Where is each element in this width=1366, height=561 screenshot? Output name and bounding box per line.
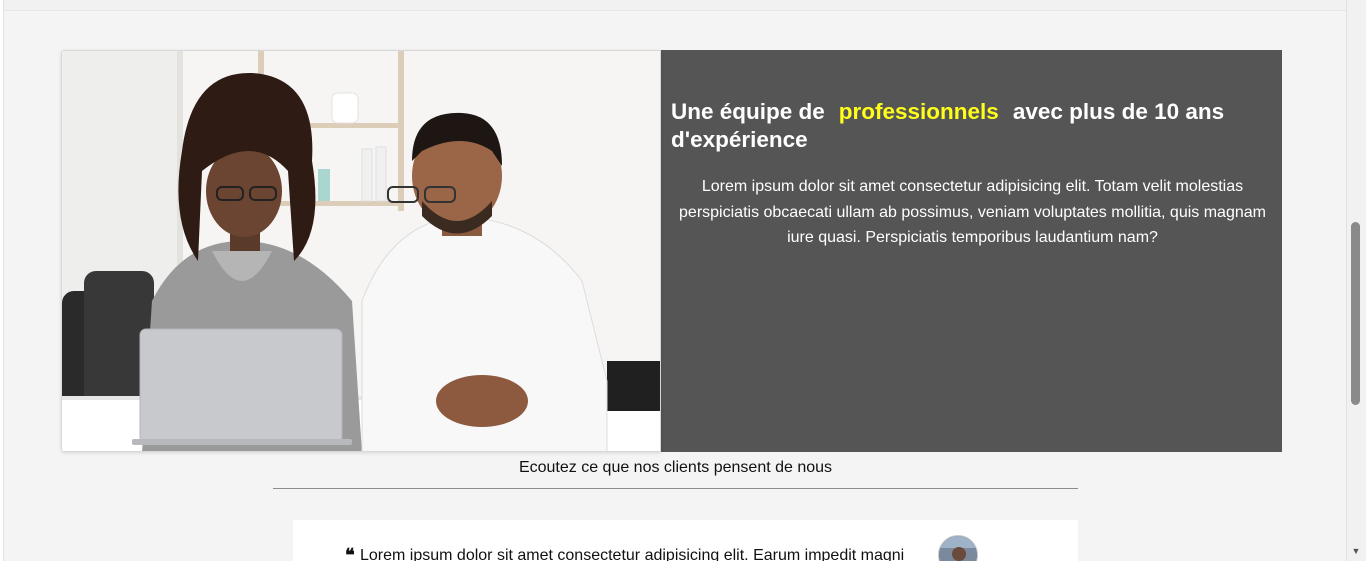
scrollbar-thumb[interactable] <box>1351 222 1360 405</box>
vertical-scrollbar[interactable]: ▼ <box>1346 0 1366 561</box>
team-photo <box>61 50 661 452</box>
section-divider <box>273 488 1078 489</box>
testimonial-text: Lorem ipsum dolor sit amet consectetur a… <box>360 547 905 561</box>
feature-text-panel: Une équipe de professionnels avec plus de … <box>661 50 1282 452</box>
page-left-edge <box>0 0 4 561</box>
scroll-down-arrow-icon[interactable]: ▼ <box>1351 546 1361 556</box>
team-feature-section: Une équipe de professionnels avec plus de … <box>61 50 1282 452</box>
feature-title: Une équipe de professionnels avec plus de … <box>671 98 1274 154</box>
team-photo-illustration <box>62 51 660 451</box>
client-avatar-image <box>939 536 977 561</box>
feature-title-highlight: professionnels <box>838 99 999 124</box>
page-viewport: Une équipe de professionnels avec plus de … <box>0 0 1366 561</box>
previous-section-edge <box>4 0 1346 11</box>
feature-title-start: Une équipe de <box>671 99 825 124</box>
testimonial-card: ❝ Lorem ipsum dolor sit amet consectetur… <box>293 520 1078 561</box>
feature-paragraph: Lorem ipsum dolor sit amet consectetur a… <box>679 178 1266 246</box>
testimonials-heading: Ecoutez ce que nos clients pensent de no… <box>518 459 833 476</box>
client-avatar <box>938 535 978 561</box>
quote-left-icon: ❝ <box>345 545 355 561</box>
